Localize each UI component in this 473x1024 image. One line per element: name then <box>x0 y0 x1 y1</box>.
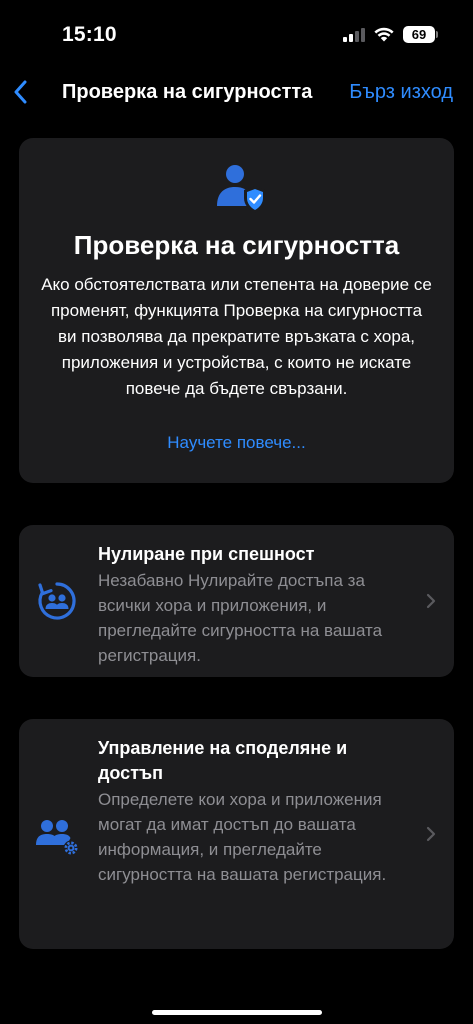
chevron-left-icon <box>14 80 27 104</box>
learn-more-link[interactable]: Научете повече... <box>19 433 454 453</box>
wifi-icon <box>374 27 394 42</box>
option-description: Незабавно Нулирайте достъпа за всички хо… <box>98 571 383 665</box>
home-indicator[interactable] <box>152 1010 322 1015</box>
person-shield-icon <box>217 165 266 213</box>
emergency-reset-text: Нулиране при спешност Незабавно Нулирайт… <box>98 542 408 668</box>
cellular-signal-icon <box>343 27 365 42</box>
nav-bar: Проверка на сигурността Бърз изход <box>0 70 473 114</box>
emergency-reset-icon <box>38 582 76 620</box>
status-time: 15:10 <box>62 23 117 46</box>
option-title: Управление на споделяне и достъп <box>98 738 348 783</box>
battery-icon: 69 <box>403 26 438 43</box>
chevron-right-icon <box>426 593 436 609</box>
option-description: Определете кои хора и приложения могат д… <box>98 790 387 884</box>
manage-sharing-option[interactable]: Управление на споделяне и достъп Определ… <box>19 719 454 949</box>
quick-exit-button[interactable]: Бърз изход <box>349 81 453 104</box>
option-title: Нулиране при спешност <box>98 544 315 564</box>
manage-sharing-icon <box>36 820 79 856</box>
battery-level: 69 <box>411 27 427 42</box>
hero-title: Проверка на сигурността <box>73 230 400 260</box>
status-icons: 69 <box>343 26 438 43</box>
manage-sharing-text: Управление на споделяне и достъп Определ… <box>98 736 408 887</box>
emergency-reset-option[interactable]: Нулиране при спешност Незабавно Нулирайт… <box>19 525 454 677</box>
safety-check-intro-card: Проверка на сигурността Ако обстоятелств… <box>19 138 454 483</box>
back-button[interactable] <box>6 76 34 108</box>
status-bar: 15:10 69 <box>0 0 473 60</box>
nav-title: Проверка на сигурността <box>62 81 313 103</box>
chevron-right-icon <box>426 826 436 842</box>
hero-description: Ако обстоятелствата или степента на дове… <box>41 275 432 398</box>
